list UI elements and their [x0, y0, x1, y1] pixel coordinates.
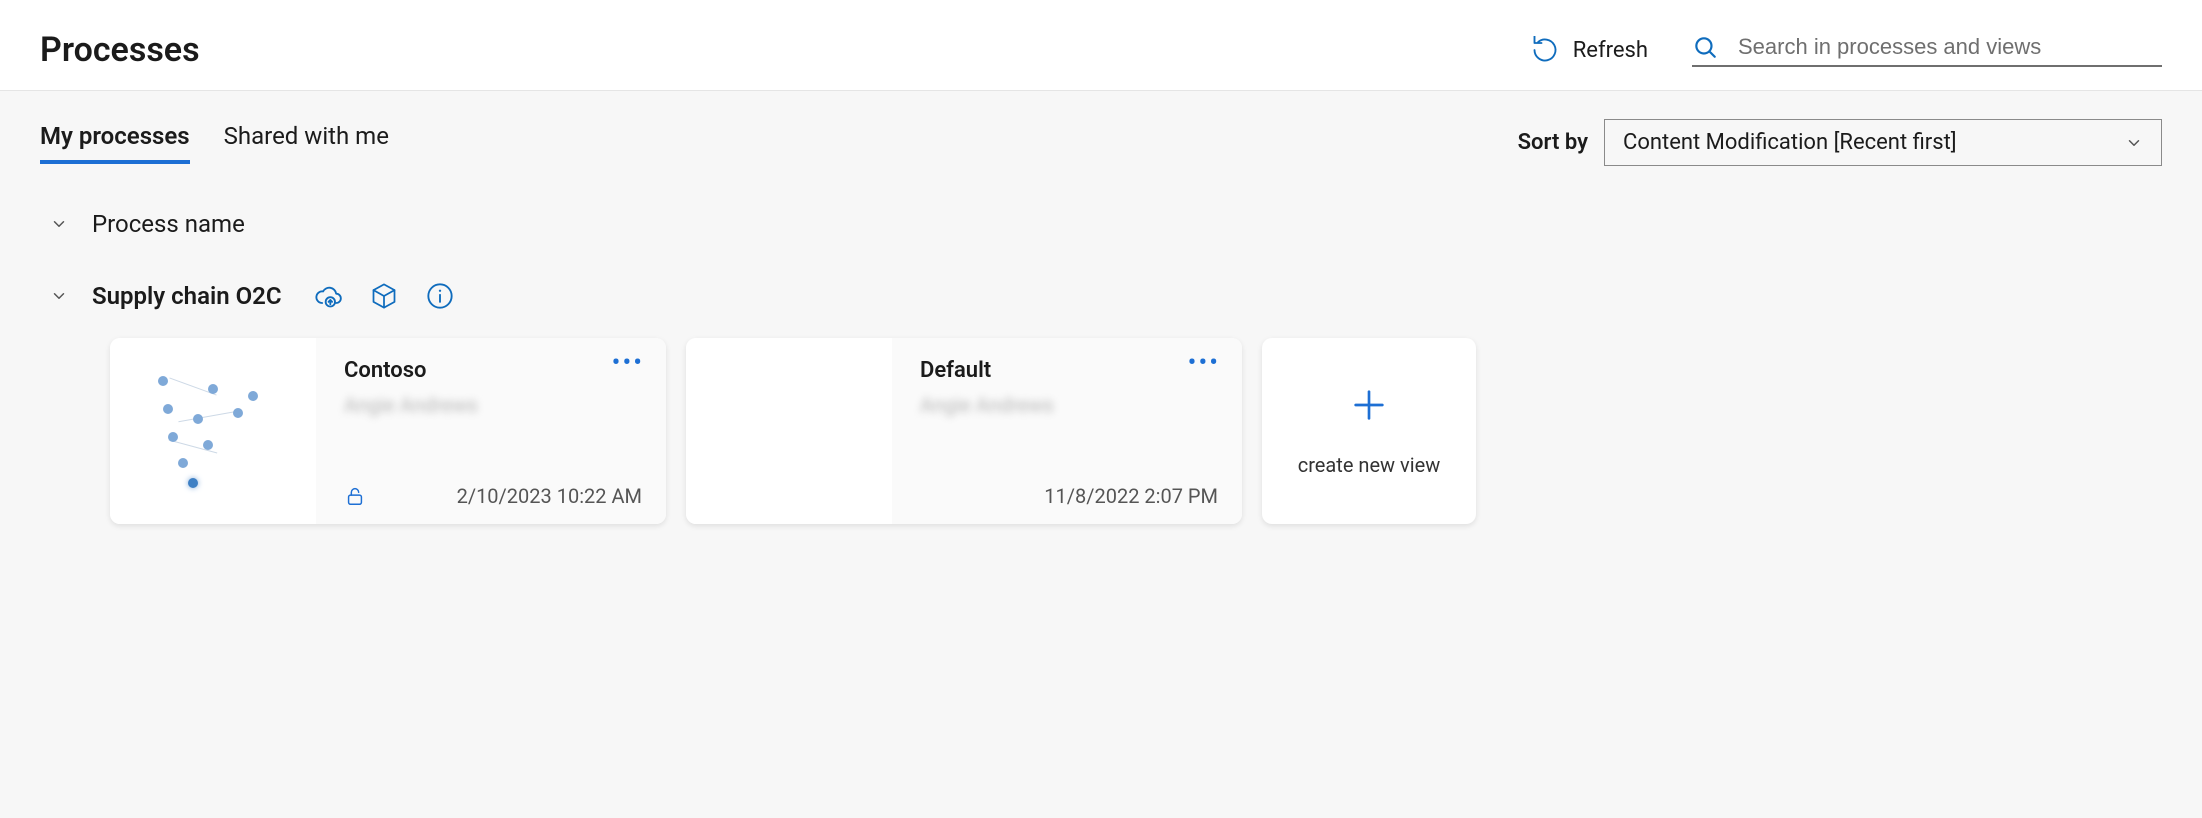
section-process-name-label: Process name — [92, 210, 245, 238]
page-body: My processes Shared with me Sort by Cont… — [0, 91, 2202, 818]
cloud-upload-icon[interactable] — [314, 282, 342, 310]
tabs: My processes Shared with me — [40, 122, 389, 164]
create-new-view-label: create new view — [1298, 453, 1440, 477]
search-field[interactable] — [1692, 33, 2162, 67]
process-map-icon — [138, 366, 288, 496]
view-card-footer: 2/10/2023 10:22 AM — [344, 484, 642, 508]
lock-icon — [344, 485, 366, 507]
refresh-label: Refresh — [1573, 38, 1648, 63]
info-icon[interactable] — [426, 282, 454, 310]
process-name: Supply chain O2C — [92, 282, 282, 310]
view-thumbnail — [686, 338, 892, 524]
view-thumbnail — [110, 338, 316, 524]
view-card[interactable]: ••• Default Angie Andrews 11/8/2022 2:07… — [686, 338, 1242, 524]
sort-label: Sort by — [1518, 130, 1588, 155]
tab-shared-with-me[interactable]: Shared with me — [224, 122, 389, 164]
view-card[interactable]: ••• Contoso Angie Andrews 2/10/2023 10:2… — [110, 338, 666, 524]
search-input[interactable] — [1736, 33, 2162, 61]
view-date: 2/10/2023 10:22 AM — [457, 484, 642, 508]
chevron-down-icon — [50, 215, 68, 233]
view-title: Contoso — [344, 358, 642, 383]
process-row-actions — [314, 282, 454, 310]
refresh-button[interactable]: Refresh — [1531, 36, 1648, 64]
refresh-icon — [1531, 36, 1559, 64]
plus-icon — [1349, 385, 1389, 429]
view-author: Angie Andrews — [920, 393, 1218, 417]
sort-control: Sort by Content Modification [Recent fir… — [1518, 119, 2162, 166]
process-group-row[interactable]: Supply chain O2C — [40, 282, 2162, 310]
chevron-down-icon — [50, 287, 68, 305]
view-author: Angie Andrews — [344, 393, 642, 417]
page-title: Processes — [40, 30, 200, 70]
view-card-footer: 11/8/2022 2:07 PM — [920, 484, 1218, 508]
tabs-row: My processes Shared with me Sort by Cont… — [40, 119, 2162, 166]
tab-my-processes[interactable]: My processes — [40, 122, 190, 164]
create-new-view-button[interactable]: create new view — [1262, 338, 1476, 524]
view-date: 11/8/2022 2:07 PM — [1044, 484, 1218, 508]
package-icon[interactable] — [370, 282, 398, 310]
view-card-meta: ••• Default Angie Andrews 11/8/2022 2:07… — [892, 338, 1242, 524]
sort-select[interactable]: Content Modification [Recent first] — [1604, 119, 2162, 166]
card-more-button[interactable]: ••• — [612, 358, 644, 368]
search-icon — [1692, 34, 1718, 60]
sort-selected-value: Content Modification [Recent first] — [1623, 130, 1957, 155]
view-title: Default — [920, 358, 1218, 383]
page-header: Processes Refresh — [0, 0, 2202, 91]
chevron-down-icon — [2125, 134, 2143, 152]
view-card-meta: ••• Contoso Angie Andrews 2/10/2023 10:2… — [316, 338, 666, 524]
section-process-name[interactable]: Process name — [40, 210, 2162, 238]
card-more-button[interactable]: ••• — [1188, 358, 1220, 368]
view-cards: ••• Contoso Angie Andrews 2/10/2023 10:2… — [40, 338, 2162, 524]
